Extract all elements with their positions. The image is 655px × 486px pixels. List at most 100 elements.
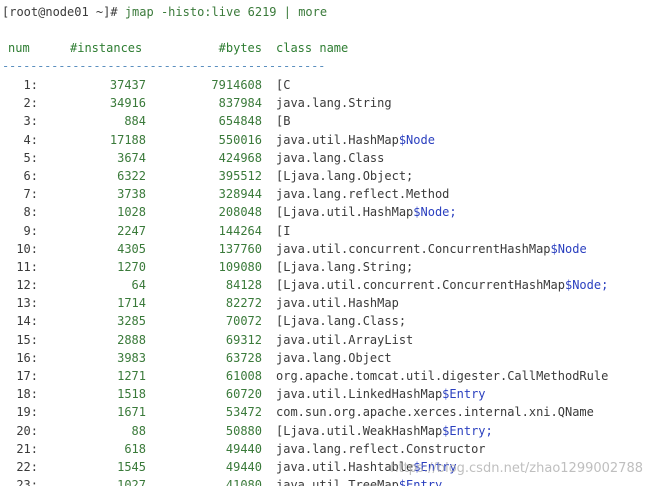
row-bytes: 41080: [225, 478, 262, 486]
class-name-base: [Ljava.lang.String;: [276, 259, 414, 274]
row-class-name: java.util.concurrent.ConcurrentHashMap$N…: [276, 240, 587, 258]
row-instances: 1545: [117, 459, 146, 474]
row-class-name: [Ljava.lang.Class;: [276, 312, 406, 330]
row-instances: 1027: [117, 478, 146, 486]
class-name-base: java.util.concurrent.ConcurrentHashMap: [276, 241, 551, 256]
command-text: jmap -histo:live 6219 | more: [117, 5, 328, 19]
row-num: 7:: [23, 187, 38, 202]
row-bytes: 69312: [225, 332, 262, 347]
class-name-inner-suffix: $Node;: [413, 205, 457, 220]
table-row: 12: 64 84128 [Ljava.util.concurrent.Concurr…: [0, 276, 655, 294]
table-row: 8: 1028 208048 [Ljava.util.HashMap$Node;: [0, 203, 655, 221]
row-class-name: java.util.TreeMap$Entry: [276, 476, 442, 486]
class-name-base: [Ljava.util.HashMap: [276, 205, 414, 220]
row-num: 18:: [16, 387, 38, 402]
shell-prompt: [root@node01 ~]#: [2, 5, 118, 19]
row-class-name: java.util.HashMap: [276, 294, 399, 312]
table-row: 1: 37437 7914608 [C: [0, 76, 655, 94]
class-name-base: java.util.TreeMap: [276, 478, 399, 486]
row-bytes: 837984: [218, 96, 262, 111]
row-bytes: 7914608: [211, 78, 262, 92]
class-name-base: java.lang.reflect.Method: [276, 187, 450, 202]
row-instances: 2888: [117, 332, 146, 347]
row-num: 9:: [23, 223, 38, 238]
row-bytes: 49440: [225, 459, 262, 474]
header-bytes: #bytes: [218, 41, 262, 55]
row-instances: 3983: [117, 350, 146, 365]
row-bytes: 550016: [218, 132, 262, 147]
table-row: 13: 1714 82272 java.util.HashMap: [0, 294, 655, 312]
row-num: 10:: [16, 241, 38, 256]
row-bytes: 70072: [225, 314, 262, 329]
class-name-base: java.lang.String: [276, 96, 392, 111]
row-num: 19:: [16, 405, 38, 420]
row-class-name: [Ljava.lang.Object;: [276, 167, 413, 185]
row-class-name: java.util.HashMap$Node: [276, 131, 435, 149]
class-name-base: [Ljava.util.WeakHashMap: [276, 423, 443, 438]
row-bytes: 208048: [218, 205, 262, 220]
row-instances: 1671: [117, 405, 146, 420]
class-name-inner-suffix: $Node: [550, 241, 587, 256]
table-row: 7: 3738 328944 java.lang.reflect.Method: [0, 185, 655, 203]
row-class-name: [Ljava.util.WeakHashMap$Entry;: [276, 422, 493, 440]
row-class-name: [Ljava.lang.String;: [276, 258, 413, 276]
class-name-base: java.util.ArrayList: [276, 332, 414, 347]
row-instances: 3285: [117, 314, 146, 329]
row-bytes: 60720: [225, 387, 262, 402]
class-name-inner-suffix: $Entry: [398, 478, 443, 486]
header-instances: #instances: [70, 41, 143, 55]
row-instances: 37437: [109, 78, 146, 92]
row-class-name: java.lang.Class: [276, 149, 384, 167]
histogram-rows: 1: 37437 7914608 [C 2: 34916 837984 java.lang.S…: [0, 76, 655, 486]
row-num: 8:: [23, 205, 38, 220]
row-num: 22:: [16, 459, 38, 474]
table-row: 19: 1671 53472 com.sun.org.apache.xerces.in…: [0, 403, 655, 421]
table-row: 2: 34916 837984 java.lang.String: [0, 94, 655, 112]
row-num: 14:: [16, 314, 38, 329]
class-name-base: com.sun.org.apache.xerces.internal.xni.Q…: [276, 405, 594, 420]
row-bytes: 53472: [225, 405, 262, 420]
class-name-base: java.lang.Class: [276, 150, 385, 165]
class-name-inner-suffix: $Node: [398, 132, 435, 147]
row-num: 2:: [23, 96, 38, 111]
table-row: 5: 3674 424968 java.lang.Class: [0, 149, 655, 167]
table-row: 15: 2888 69312 java.util.ArrayList: [0, 331, 655, 349]
command-line: [root@node01 ~]# jmap -histo:live 6219 |…: [2, 4, 327, 20]
table-row: 17: 1271 61008 org.apache.tomcat.util.diges…: [0, 367, 655, 385]
table-row: 18: 1518 60720 java.util.LinkedHashMap$Entr…: [0, 385, 655, 403]
row-bytes: 654848: [218, 114, 262, 129]
row-class-name: java.lang.reflect.Constructor: [276, 440, 486, 458]
table-row: 20: 88 50880 [Ljava.util.WeakHashMap$Entry;: [0, 422, 655, 440]
table-row: 14: 3285 70072 [Ljava.lang.Class;: [0, 312, 655, 330]
row-num: 13:: [16, 296, 38, 311]
header-num: num: [8, 41, 30, 55]
header-class-name: class name: [276, 41, 349, 55]
table-row: 9: 2247 144264 [I: [0, 222, 655, 240]
class-name-base: java.lang.reflect.Constructor: [276, 441, 486, 456]
row-instances: 4305: [117, 241, 146, 256]
terminal-window[interactable]: [root@node01 ~]# jmap -histo:live 6219 |…: [0, 0, 655, 486]
row-instances: 1714: [117, 296, 146, 311]
class-name-inner-suffix: $Entry;: [442, 423, 493, 438]
class-name-base: java.util.HashMap: [276, 296, 399, 311]
table-row: 16: 3983 63728 java.lang.Object: [0, 349, 655, 367]
table-row: 4: 17188 550016 java.util.HashMap$Node: [0, 131, 655, 149]
class-name-base: [C: [276, 78, 291, 92]
watermark: https://blog.csdn.net/zhao1299002788: [390, 461, 643, 476]
table-row: 23: 1027 41080 java.util.TreeMap$Entry: [0, 476, 655, 486]
row-num: 4:: [23, 132, 38, 147]
table-row: 6: 6322 395512 [Ljava.lang.Object;: [0, 167, 655, 185]
row-num: 17:: [16, 369, 38, 383]
class-name-inner-suffix: $Node;: [564, 278, 609, 293]
row-num: 11:: [16, 259, 38, 274]
row-instances: 17188: [109, 132, 146, 147]
table-row: 21: 618 49440 java.lang.reflect.Constructor: [0, 440, 655, 458]
row-num: 15:: [16, 332, 38, 347]
row-instances: 3738: [117, 187, 146, 202]
row-class-name: [Ljava.util.concurrent.ConcurrentHashMap…: [276, 276, 608, 294]
row-instances: 884: [124, 114, 146, 129]
row-bytes: 61008: [225, 369, 262, 383]
row-num: 6:: [23, 168, 38, 183]
row-instances: 3674: [117, 150, 146, 165]
class-name-base: java.util.HashMap: [276, 132, 399, 147]
